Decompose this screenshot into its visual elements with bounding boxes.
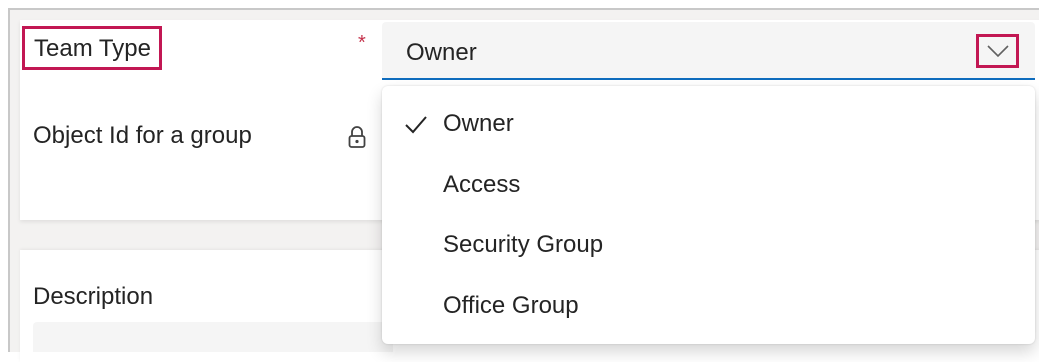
- option-label: Access: [443, 171, 521, 198]
- object-id-label: Object Id for a group: [33, 122, 252, 149]
- option-label: Office Group: [443, 292, 579, 319]
- lock-icon: [347, 125, 367, 149]
- option-label: Owner: [443, 110, 514, 137]
- required-marker: *: [358, 32, 366, 54]
- description-input[interactable]: [33, 322, 393, 352]
- team-type-dropdown-menu: Owner Access Security Group Office Group: [382, 86, 1035, 344]
- option-label: Security Group: [443, 231, 604, 258]
- checkmark-icon: [404, 114, 428, 136]
- team-type-label: Team Type: [22, 26, 162, 70]
- team-type-selected-value: Owner: [406, 39, 477, 66]
- option-access[interactable]: Access: [382, 157, 1035, 215]
- chevron-down-icon[interactable]: [976, 34, 1019, 68]
- option-owner[interactable]: Owner: [382, 96, 1035, 154]
- option-security-group[interactable]: Security Group: [382, 217, 1035, 275]
- description-label: Description: [33, 283, 154, 310]
- team-type-select[interactable]: Owner: [382, 22, 1035, 80]
- option-office-group[interactable]: Office Group: [382, 278, 1035, 336]
